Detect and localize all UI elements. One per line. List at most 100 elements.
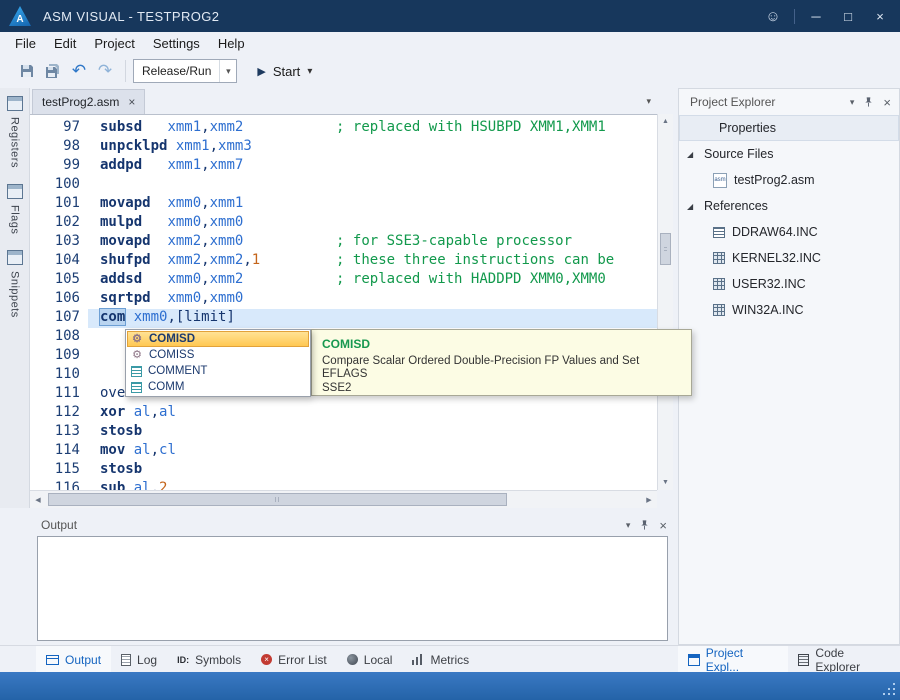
tab-close-icon[interactable]: × (128, 95, 135, 109)
side-tab-snippets[interactable]: Snippets (7, 250, 23, 318)
autocomplete-item-comment[interactable]: COMMENT (127, 363, 309, 379)
line-number: 116 (30, 480, 80, 490)
tab-testprog2-asm[interactable]: testProg2.asm × (32, 89, 145, 114)
code-line-114[interactable]: mov al,cl (88, 442, 657, 461)
tree-expanded-icon[interactable]: ◢ (687, 202, 697, 211)
bottom-tab-metrics[interactable]: Metrics (402, 646, 479, 673)
bottom-tab-log[interactable]: Log (111, 646, 167, 673)
tree-item-kernel32-inc[interactable]: KERNEL32.INC (679, 245, 899, 271)
vertical-scrollbar-thumb[interactable] (660, 233, 671, 265)
vertical-scrollbar[interactable]: ▲ ▼ (657, 114, 673, 490)
tree-item-user32-inc[interactable]: USER32.INC (679, 271, 899, 297)
autocomplete-item-comiss[interactable]: ⚙COMISS (127, 347, 309, 363)
tree-item-source-files[interactable]: ◢Source Files (679, 141, 899, 167)
tree-item-label: testProg2.asm (734, 173, 815, 187)
code-line-99[interactable]: addpd xmm1,xmm7 (88, 157, 657, 176)
close-icon[interactable]: × (659, 518, 667, 533)
start-button[interactable]: ▶ Start ▾ (249, 62, 320, 81)
line-number: 111 (30, 385, 80, 404)
menu-settings[interactable]: Settings (144, 34, 209, 53)
code-area[interactable]: subsd xmm1,xmm2 ; replaced with HSUBPD X… (88, 119, 657, 490)
bottom-tab-output[interactable]: Output (36, 646, 111, 673)
code-line-98[interactable]: unpcklpd xmm1,xmm3 (88, 138, 657, 157)
horizontal-scrollbar[interactable]: ◀ ▶ (30, 490, 657, 508)
code-line-116[interactable]: sub al,2 (88, 480, 657, 490)
panel-header-icons: ▾ × (850, 95, 891, 110)
undo-button[interactable]: ↶ (67, 59, 91, 83)
minimize-button[interactable]: ─ (800, 9, 832, 24)
code-line-104[interactable]: shufpd xmm2,xmm2,1 ; these three instruc… (88, 252, 657, 271)
tooltip-title: COMISD (322, 337, 681, 351)
explorer-tab-code-explorer[interactable]: Code Explorer (788, 646, 900, 673)
tooltip-tech: SSE2 (322, 382, 681, 395)
local-icon (347, 654, 358, 665)
save-button[interactable] (15, 59, 39, 83)
line-number: 107 (30, 309, 80, 328)
code-line-97[interactable]: subsd xmm1,xmm2 ; replaced with HSUBPD X… (88, 119, 657, 138)
tree-item-testprog2-asm[interactable]: asmtestProg2.asm (679, 167, 899, 193)
maximize-button[interactable]: □ (832, 9, 864, 24)
start-chevron-down-icon[interactable]: ▾ (307, 66, 312, 77)
close-button[interactable]: × (864, 9, 896, 24)
scroll-up-icon[interactable]: ▲ (658, 114, 673, 129)
scroll-right-icon[interactable]: ▶ (641, 491, 657, 508)
autocomplete-item-comm[interactable]: COMM (127, 379, 309, 395)
tree-expanded-icon[interactable]: ◢ (687, 150, 697, 159)
menu-project[interactable]: Project (85, 34, 143, 53)
code-line-115[interactable]: stosb (88, 461, 657, 480)
explorer-tab-project-expl[interactable]: Project Expl... (678, 646, 788, 673)
code-line-103[interactable]: movapd xmm2,xmm0 ; for SSE3-capable proc… (88, 233, 657, 252)
side-tab-registers[interactable]: Registers (7, 96, 23, 168)
error-icon: × (261, 654, 272, 665)
tree-item-references[interactable]: ◢ References (679, 193, 899, 219)
menu-edit[interactable]: Edit (45, 34, 85, 53)
horizontal-scrollbar-thumb[interactable] (48, 493, 507, 506)
feedback-smiley-icon[interactable]: ☺ (757, 8, 789, 25)
output-content[interactable] (37, 536, 668, 641)
bottom-tab-local[interactable]: Local (337, 646, 403, 673)
code-line-112[interactable]: xor al,al (88, 404, 657, 423)
redo-button[interactable]: ↷ (93, 59, 117, 83)
tree-item-ddraw64-inc[interactable]: DDRAW64.INC (679, 219, 899, 245)
code-line-113[interactable]: stosb (88, 423, 657, 442)
autocomplete-item-comisd[interactable]: ⚙COMISD (127, 331, 309, 347)
code-explorer-icon (798, 654, 810, 666)
chevron-down-icon[interactable]: ▾ (219, 60, 236, 82)
chevron-down-icon[interactable]: ▾ (626, 520, 631, 531)
code-line-102[interactable]: mulpd xmm0,xmm0 (88, 214, 657, 233)
toolbar: ↶ ↷ Release/Run ▾ ▶ Start ▾ (0, 54, 900, 88)
resize-grip[interactable] (893, 693, 895, 695)
save-all-button[interactable] (41, 59, 65, 83)
menu-help[interactable]: Help (209, 34, 254, 53)
tree-item-properties[interactable]: Properties (679, 115, 899, 141)
flags-icon (7, 184, 23, 199)
tree-item-win32a-inc[interactable]: WIN32A.INC (679, 297, 899, 323)
code-line-105[interactable]: addsd xmm0,xmm2 ; replaced with HADDPD X… (88, 271, 657, 290)
pin-icon[interactable] (639, 519, 650, 531)
bottom-tab-error-list[interactable]: ×Error List (251, 646, 337, 673)
autocomplete-label: COMMENT (148, 365, 207, 377)
configuration-dropdown[interactable]: Release/Run ▾ (133, 59, 237, 83)
editor-tab-label: testProg2.asm (42, 95, 119, 109)
pin-icon[interactable] (863, 96, 874, 108)
close-icon[interactable]: × (883, 95, 891, 110)
scroll-down-icon[interactable]: ▼ (658, 475, 673, 490)
window-title: ASM VISUAL - TESTPROG2 (43, 9, 219, 24)
code-line-107[interactable]: com xmm0,[limit] (88, 309, 657, 328)
code-line-106[interactable]: sqrtpd xmm0,xmm0 (88, 290, 657, 309)
menu-file[interactable]: File (6, 34, 45, 53)
editor-viewport[interactable]: 9798991001011021031041051061071081091101… (30, 114, 657, 490)
output-tab-strip: Output LogID:Symbols×Error ListLocalMetri… (36, 646, 479, 673)
snippets-icon (7, 250, 23, 265)
scroll-left-icon[interactable]: ◀ (30, 491, 46, 508)
bottom-tab-label: Output (65, 653, 101, 667)
document-list-icon[interactable]: ▾ (646, 96, 651, 107)
bottom-tab-symbols[interactable]: ID:Symbols (167, 646, 251, 673)
titlebar-separator (794, 9, 795, 24)
chevron-down-icon[interactable]: ▾ (850, 97, 855, 108)
play-icon: ▶ (257, 65, 265, 78)
side-tab-flags[interactable]: Flags (7, 184, 23, 234)
code-line-100[interactable] (88, 176, 657, 195)
tree-item-label: References (704, 199, 768, 213)
code-line-101[interactable]: movapd xmm0,xmm1 (88, 195, 657, 214)
